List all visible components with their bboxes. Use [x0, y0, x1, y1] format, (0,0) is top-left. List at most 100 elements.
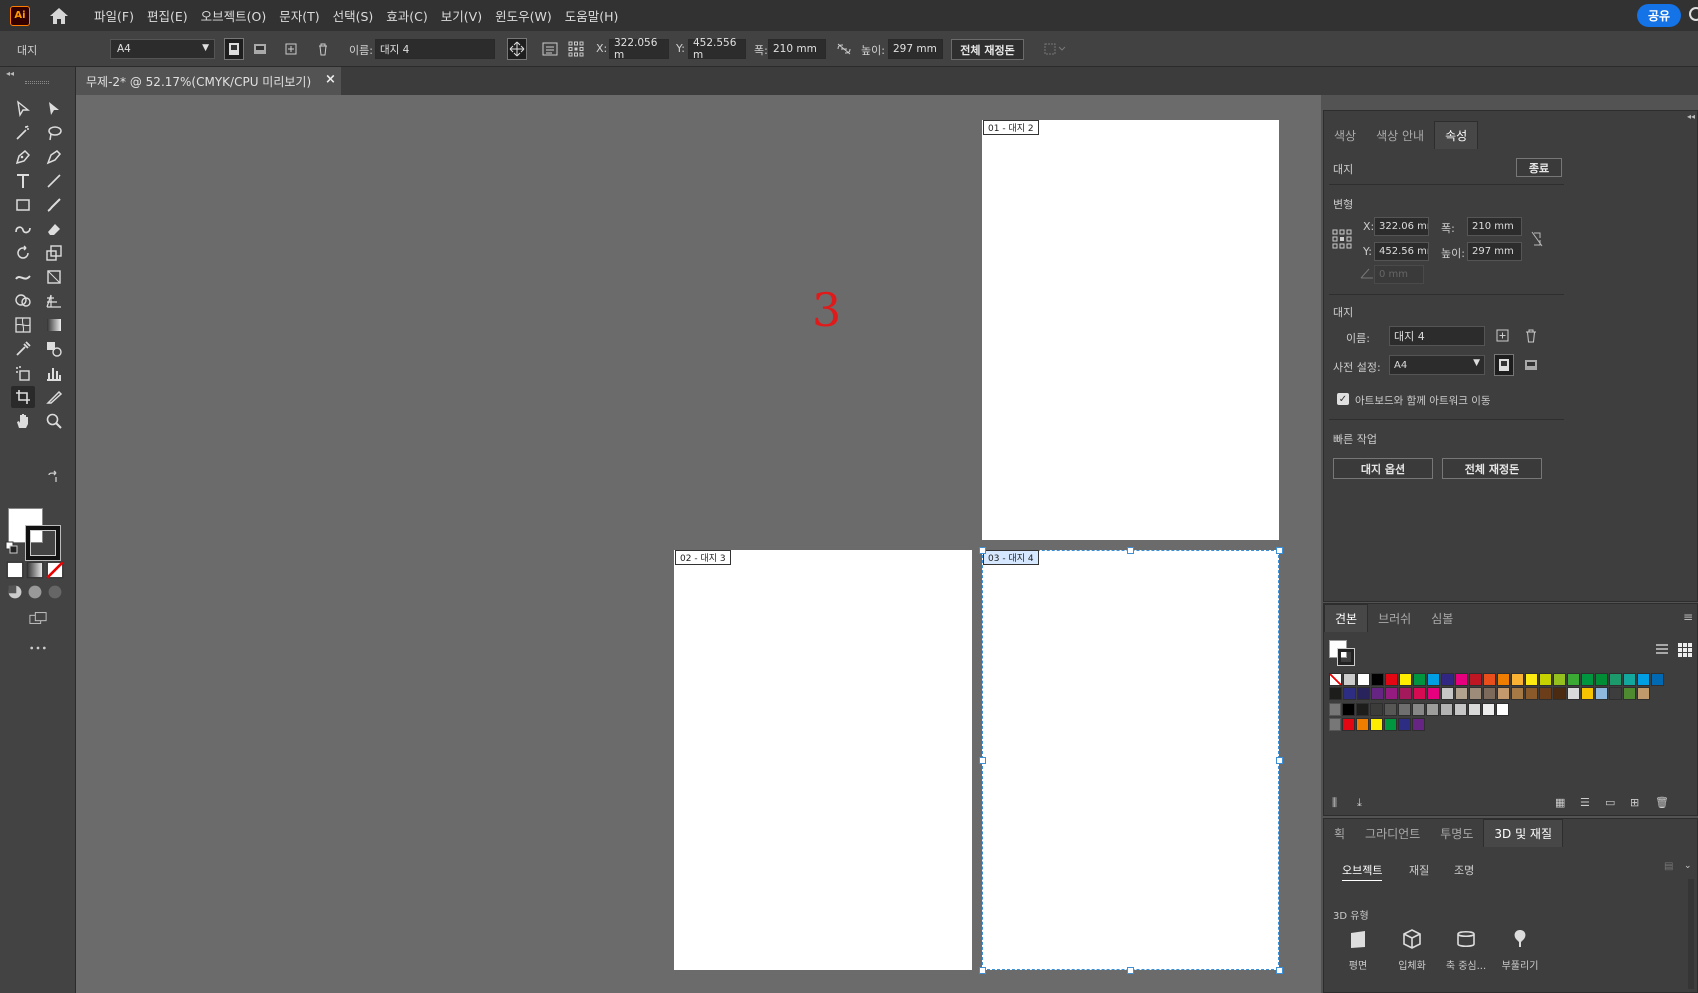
gradient-mode-icon[interactable]: [25, 561, 45, 579]
tab-3d-materials[interactable]: 3D 및 재질: [1483, 819, 1563, 847]
tab-color[interactable]: 색상: [1324, 121, 1366, 149]
delete-artboard-icon[interactable]: [313, 38, 333, 60]
move-artwork-checkbox[interactable]: ✓: [1337, 393, 1349, 405]
tab-swatches[interactable]: 견본: [1324, 604, 1369, 632]
color-swatch[interactable]: [1398, 703, 1411, 716]
column-graph-tool-icon[interactable]: [42, 362, 66, 384]
color-swatch[interactable]: [1412, 718, 1425, 731]
collapse-icon[interactable]: ◂◂: [6, 69, 14, 78]
artboard-label[interactable]: 02 - 대지 3: [675, 550, 731, 565]
width-input[interactable]: 210 mm: [1467, 217, 1522, 236]
artboard-3[interactable]: [674, 550, 972, 970]
artboard-name-input[interactable]: 대지 4: [1389, 326, 1485, 346]
color-swatch[interactable]: [1398, 718, 1411, 731]
resize-handle[interactable]: [1276, 967, 1283, 974]
rearrange-all-button[interactable]: 전체 재정돈: [951, 39, 1024, 60]
color-swatch[interactable]: [1427, 687, 1440, 700]
chevron-down-icon[interactable]: ⌄: [1684, 861, 1692, 871]
color-swatch[interactable]: [1469, 673, 1482, 686]
folder-icon[interactable]: [1329, 718, 1341, 731]
subtab-materials[interactable]: 재질: [1409, 862, 1429, 878]
color-swatch[interactable]: [1370, 703, 1383, 716]
menu-effect[interactable]: 효과(C): [386, 6, 427, 25]
height-input[interactable]: 297 mm: [1467, 242, 1522, 261]
3d-type-inflate[interactable]: 부풀리기: [1495, 927, 1545, 972]
color-swatch[interactable]: [1385, 673, 1398, 686]
landscape-icon[interactable]: [250, 38, 270, 60]
rearrange-all-button[interactable]: 전체 재정돈: [1442, 458, 1542, 479]
color-swatch[interactable]: [1497, 673, 1510, 686]
3d-type-extrude[interactable]: 입체화: [1387, 927, 1437, 972]
artboard-tool-icon[interactable]: [11, 386, 35, 408]
swatch-registration[interactable]: [1343, 673, 1356, 686]
artboard-selection-frame[interactable]: [982, 550, 1279, 970]
default-fill-stroke-icon[interactable]: [5, 541, 19, 555]
color-swatch[interactable]: [1539, 673, 1552, 686]
rotate-tool-icon[interactable]: [11, 242, 35, 264]
pen-tool-icon[interactable]: [11, 146, 35, 168]
menu-select[interactable]: 선택(S): [333, 6, 374, 25]
swatch-libraries-icon[interactable]: ⫼: [1332, 796, 1337, 810]
color-swatch[interactable]: [1567, 673, 1580, 686]
color-swatch[interactable]: [1637, 673, 1650, 686]
list-view-icon[interactable]: [1654, 643, 1670, 657]
tab-properties[interactable]: 속성: [1434, 121, 1479, 149]
resize-handle[interactable]: [1276, 547, 1283, 554]
link-icon[interactable]: [834, 38, 854, 60]
reference-point-icon[interactable]: [1332, 229, 1352, 249]
x-input[interactable]: 322.06 mr: [1374, 217, 1429, 236]
collapse-icon[interactable]: ◂◂: [1687, 112, 1695, 121]
home-icon[interactable]: [48, 6, 70, 26]
swatch-none[interactable]: [1329, 673, 1342, 686]
lasso-tool-icon[interactable]: [42, 122, 66, 144]
exit-button[interactable]: 종료: [1516, 158, 1562, 177]
close-icon[interactable]: ×: [325, 72, 336, 87]
artboard-options-icon[interactable]: [540, 38, 560, 60]
menu-help[interactable]: 도움말(H): [565, 6, 619, 25]
document-tab[interactable]: 무제-2* @ 52.17%(CMYK/CPU 미리보기): [76, 67, 341, 95]
new-swatch-icon[interactable]: ⊞: [1630, 796, 1639, 809]
new-group-icon[interactable]: ▭: [1605, 796, 1615, 809]
color-swatch[interactable]: [1384, 703, 1397, 716]
color-swatch[interactable]: [1385, 687, 1398, 700]
color-swatch[interactable]: [1455, 687, 1468, 700]
3d-type-revolve[interactable]: 축 중심...: [1441, 927, 1491, 972]
color-swatch[interactable]: [1371, 673, 1384, 686]
draw-behind-icon[interactable]: [25, 584, 45, 600]
gradient-tool-icon[interactable]: [42, 314, 66, 336]
zoom-tool-icon[interactable]: [42, 410, 66, 432]
color-swatch[interactable]: [1357, 673, 1370, 686]
color-swatch[interactable]: [1651, 673, 1664, 686]
color-swatch[interactable]: [1455, 673, 1468, 686]
free-transform-tool-icon[interactable]: [42, 266, 66, 288]
color-swatch[interactable]: [1483, 687, 1496, 700]
height-input[interactable]: 297 mm: [888, 39, 943, 59]
color-mode-icon[interactable]: [5, 561, 25, 579]
color-swatch[interactable]: [1427, 673, 1440, 686]
paintbrush-tool-icon[interactable]: [42, 194, 66, 216]
color-swatch[interactable]: [1595, 673, 1608, 686]
artboard-2[interactable]: [982, 120, 1279, 540]
tab-stroke[interactable]: 획: [1324, 819, 1355, 847]
color-swatch[interactable]: [1356, 703, 1369, 716]
color-swatch[interactable]: [1399, 687, 1412, 700]
color-swatch[interactable]: [1343, 687, 1356, 700]
resize-handle[interactable]: [979, 547, 986, 554]
swatch-options-icon[interactable]: ☰: [1580, 796, 1590, 809]
tab-gradient[interactable]: 그라디언트: [1355, 819, 1430, 847]
blend-tool-icon[interactable]: [42, 338, 66, 360]
subtab-object[interactable]: 오브젝트: [1342, 862, 1383, 881]
tab-color-guide[interactable]: 색상 안내: [1366, 121, 1434, 149]
color-swatch[interactable]: [1441, 687, 1454, 700]
preset-select[interactable]: A4 ▼: [1389, 355, 1485, 375]
color-swatch[interactable]: [1440, 703, 1453, 716]
color-swatch[interactable]: [1371, 687, 1384, 700]
menu-type[interactable]: 문자(T): [279, 6, 319, 25]
color-swatch[interactable]: [1623, 673, 1636, 686]
artboard-options-button[interactable]: 대지 옵션: [1333, 458, 1433, 479]
menu-object[interactable]: 오브젝트(O): [201, 6, 267, 25]
shaper-tool-icon[interactable]: [11, 218, 35, 240]
tab-symbols[interactable]: 심볼: [1421, 604, 1463, 632]
constrain-proportions-icon[interactable]: [1530, 231, 1544, 247]
hand-tool-icon[interactable]: [11, 410, 35, 432]
